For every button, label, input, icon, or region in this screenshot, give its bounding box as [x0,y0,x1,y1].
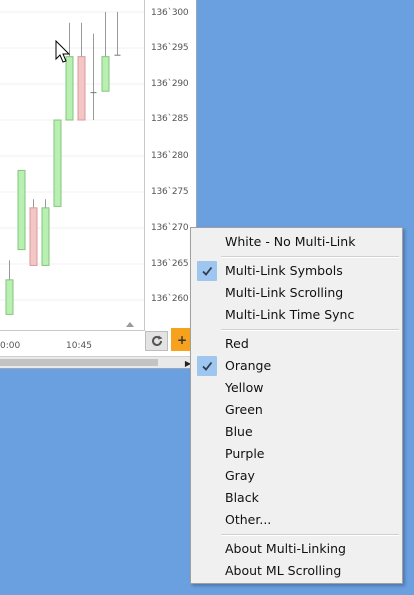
candlestick-chart [0,11,144,327]
menu-item-multi-link-symbols[interactable]: Multi-Link Symbols [192,260,401,282]
menu-item-label: Blue [225,424,253,439]
menu-item-label: Other... [225,512,272,527]
candle [17,169,26,251]
menu-item-label: Green [225,402,263,417]
x-tick-label: 0:00 [0,341,21,351]
menu-item-label: About Multi-Linking [225,541,346,556]
menu-item-multi-link-time-sync[interactable]: Multi-Link Time Sync [192,304,401,326]
menu-item-gray[interactable]: Gray [192,465,401,487]
candle-body [17,169,26,251]
x-tick-label: 10:45 [66,341,92,351]
menu-item-orange[interactable]: Orange [192,355,401,377]
candle [90,33,97,120]
candle-body [29,207,38,266]
chart-window: 136`300 136`295 136`290 136`285 136`280 … [0,0,197,369]
y-tick-label: 136`295 [151,43,189,53]
menu-item-yellow[interactable]: Yellow [192,377,401,399]
candle-body [5,279,14,315]
checkmark-icon [197,261,217,281]
menu-separator [221,256,399,258]
candle [77,22,86,121]
menu-item-label: Multi-Link Scrolling [225,285,344,300]
y-tick-label: 136`270 [151,223,189,233]
menu-item-purple[interactable]: Purple [192,443,401,465]
menu-item-red[interactable]: Red [192,333,401,355]
candle-body [77,56,86,121]
candle [65,22,74,121]
menu-item-label: Black [225,490,259,505]
y-tick-label: 136`280 [151,151,189,161]
time-axis: 0:00 10:45 [0,331,144,355]
candle [53,119,62,207]
menu-item-black[interactable]: Black [192,487,401,509]
menu-item-label: Orange [225,358,272,373]
mouse-pointer-icon [55,39,71,68]
menu-item-label: About ML Scrolling [225,563,342,578]
refresh-icon [151,335,162,346]
menu-item-white-no-multi-link[interactable]: White - No Multi-Link [192,231,401,253]
y-tick-label: 136`300 [151,8,189,18]
menu-item-label: Gray [225,468,255,483]
context-menu: White - No Multi-Link Multi-Link Symbols M… [190,227,403,584]
menu-item-about-multi-linking[interactable]: About Multi-Linking [192,538,401,560]
menu-item-multi-link-scrolling[interactable]: Multi-Link Scrolling [192,282,401,304]
candle [5,260,14,315]
menu-separator [221,534,399,536]
checkmark-icon [197,356,217,376]
menu-item-other[interactable]: Other... [192,509,401,531]
menu-item-label: Purple [225,446,265,461]
scrollbar-thumb[interactable] [0,359,158,366]
candle [114,12,121,56]
y-tick-label: 136`285 [151,114,189,124]
refresh-button[interactable] [145,331,168,351]
menu-item-label: White - No Multi-Link [225,234,356,249]
menu-item-green[interactable]: Green [192,399,401,421]
latest-bar-marker [126,322,134,327]
y-tick-label: 136`290 [151,79,189,89]
menu-item-blue[interactable]: Blue [192,421,401,443]
menu-item-label: Multi-Link Symbols [225,263,343,278]
horizontal-scrollbar[interactable]: ▶ [0,356,196,368]
candle-body [41,207,50,266]
candle [41,199,50,266]
candle [101,12,110,92]
menu-item-label: Multi-Link Time Sync [225,307,355,322]
plot-area[interactable] [0,0,145,331]
link-label: + [176,332,188,347]
candle-body [53,119,62,207]
y-tick-label: 136`260 [151,294,189,304]
candle [29,199,38,266]
y-tick-label: 136`265 [151,259,189,269]
menu-item-label: Red [225,336,249,351]
menu-item-label: Yellow [225,380,264,395]
y-tick-label: 136`275 [151,187,189,197]
menu-separator [221,329,399,331]
menu-item-about-ml-scrolling[interactable]: About ML Scrolling [192,560,401,582]
candle-body [101,56,110,92]
